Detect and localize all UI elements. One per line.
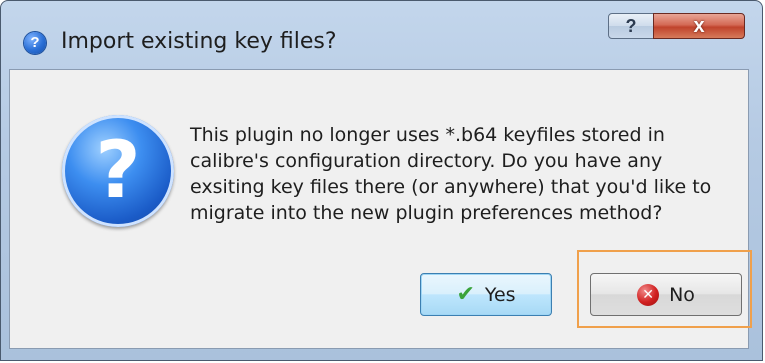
yes-button-label: Yes (484, 283, 516, 306)
yes-button[interactable]: ✔ Yes (420, 273, 552, 316)
no-button-highlight (577, 250, 752, 328)
dialog-message: This plugin no longer uses *.b64 keyfile… (190, 124, 712, 224)
help-button[interactable]: ? (608, 13, 654, 39)
check-icon: ✔ (456, 282, 475, 307)
help-icon: ? (625, 16, 637, 36)
window-title: Import existing key files? (61, 29, 337, 54)
title-bar[interactable]: ? Import existing key files? ? x (1, 1, 764, 57)
question-icon: ? (62, 115, 174, 227)
close-button[interactable]: x (653, 13, 745, 39)
question-small-icon: ? (24, 32, 46, 54)
close-icon: x (693, 15, 705, 37)
